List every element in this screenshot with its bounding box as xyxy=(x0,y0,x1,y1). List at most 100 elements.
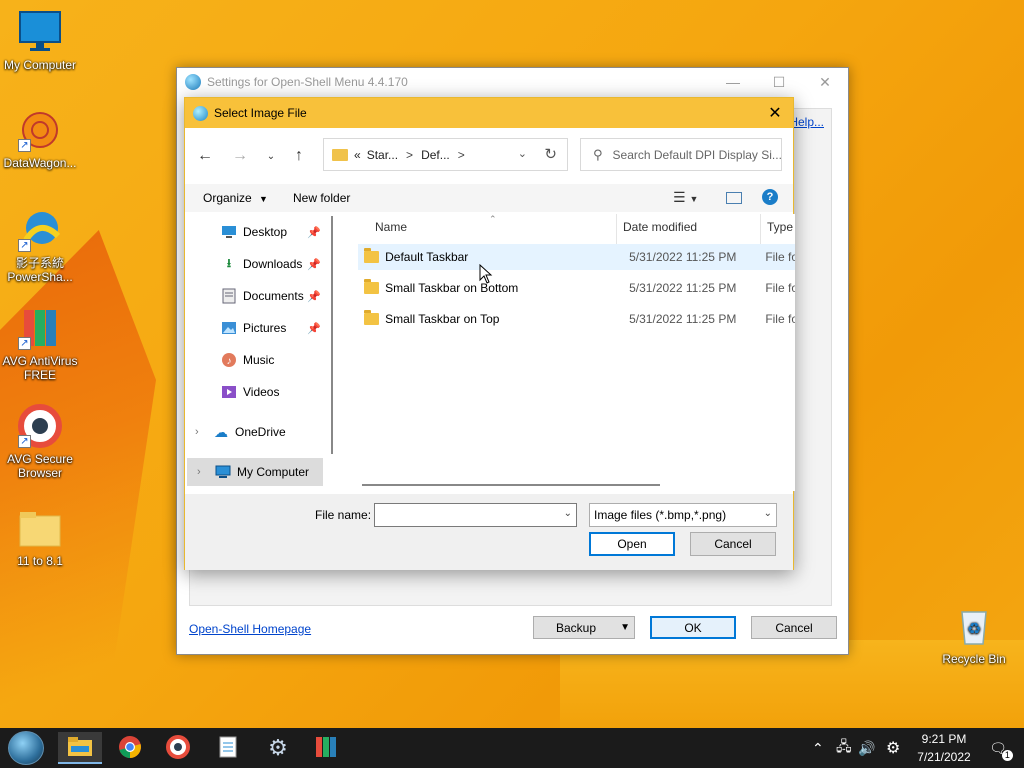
file-row[interactable]: Small Taskbar on Top 5/31/2022 11:25 PM … xyxy=(358,306,795,332)
backup-button[interactable]: Backup ▼ xyxy=(533,616,635,639)
nav-item-downloads[interactable]: ⭳ Downloads 📌 xyxy=(185,250,325,278)
shortcut-arrow-icon: ↗ xyxy=(18,239,31,252)
taskbar-chrome[interactable] xyxy=(108,732,152,764)
chevron-down-icon: ▼ xyxy=(259,194,268,204)
settings-tray-icon[interactable]: ⚙ xyxy=(886,728,900,768)
network-icon[interactable]: 🖧 xyxy=(836,728,852,768)
settings-gear-icon: ⚙ xyxy=(268,735,288,760)
avg-antivirus-icon: ↗ xyxy=(18,306,62,350)
file-date: 5/31/2022 11:25 PM xyxy=(629,281,737,295)
command-bar: Organize ▼ New folder ☰ ▼ ? xyxy=(185,184,793,212)
nav-item-videos[interactable]: Videos xyxy=(185,378,325,406)
start-button[interactable] xyxy=(8,731,44,765)
column-divider[interactable] xyxy=(760,214,761,244)
up-arrow-icon[interactable]: ↑ xyxy=(287,144,311,168)
taskbar-settings[interactable]: ⚙ xyxy=(256,732,300,764)
back-arrow-icon[interactable]: ← xyxy=(193,144,217,168)
file-row[interactable]: Small Taskbar on Bottom 5/31/2022 11:25 … xyxy=(358,275,795,301)
chevron-down-icon[interactable]: ⌄ xyxy=(518,147,527,160)
dialog-title: Select Image File xyxy=(214,106,307,120)
desktop-icon-folder[interactable]: 11 to 8.1 xyxy=(0,506,80,568)
notepad-icon xyxy=(218,735,238,762)
chevron-right-icon[interactable]: › xyxy=(197,466,215,478)
taskbar-avg-browser[interactable] xyxy=(156,732,200,764)
nav-item-label: OneDrive xyxy=(235,425,286,439)
taskbar-avg[interactable] xyxy=(304,732,348,764)
computer-icon xyxy=(215,464,231,480)
maximize-button[interactable]: ☐ xyxy=(756,68,802,96)
cancel-button[interactable]: Cancel xyxy=(690,532,776,556)
desktop-icon-label: 11 to 8.1 xyxy=(17,554,63,568)
help-icon[interactable]: ? xyxy=(762,189,778,205)
desktop-icon-recycle-bin[interactable]: ♻ Recycle Bin xyxy=(934,604,1014,666)
file-date: 5/31/2022 11:25 PM xyxy=(629,312,737,326)
open-shell-icon xyxy=(193,105,208,121)
file-type-select[interactable]: Image files (*.bmp,*.png) ⌄ xyxy=(589,503,777,527)
open-button[interactable]: Open xyxy=(589,532,675,556)
ok-button[interactable]: OK xyxy=(650,616,736,639)
homepage-link[interactable]: Open-Shell Homepage xyxy=(189,622,311,636)
desktop-icon-avg-antivirus[interactable]: ↗ AVG AntiVirus FREE xyxy=(0,306,80,382)
breadcrumb-separator[interactable]: > xyxy=(406,148,413,162)
cloud-icon: ☁ xyxy=(214,423,228,440)
minimize-button[interactable]: — xyxy=(710,68,756,96)
settings-title: Settings for Open-Shell Menu 4.4.170 xyxy=(207,75,408,89)
view-options-icon[interactable]: ☰ ▼ xyxy=(673,189,698,206)
recent-locations-chevron-icon[interactable]: ⌄ xyxy=(259,144,283,168)
file-list-scrollbar[interactable] xyxy=(362,484,660,486)
desktop-icon-my-computer[interactable]: My Computer xyxy=(0,10,80,72)
recycle-bin-icon: ♻ xyxy=(952,604,996,648)
file-type: File fo xyxy=(765,281,795,295)
backup-label: Backup xyxy=(556,620,597,635)
new-folder-button[interactable]: New folder xyxy=(293,191,350,205)
desktop-icon-datawagon[interactable]: ↗ DataWagon... xyxy=(0,108,80,170)
nav-scrollbar[interactable] xyxy=(331,216,333,454)
file-name-input[interactable]: ⌄ xyxy=(374,503,577,527)
breadcrumb-item[interactable]: Def... xyxy=(421,148,450,162)
column-divider[interactable] xyxy=(616,214,617,244)
desktop-icon-label: AVG Secure Browser xyxy=(7,452,73,480)
close-button[interactable]: ✕ xyxy=(802,68,848,96)
tray-overflow-chevron-icon[interactable]: ⌃ xyxy=(812,728,824,768)
file-type: File fo xyxy=(765,250,795,264)
forward-arrow-icon[interactable]: → xyxy=(228,144,252,168)
shortcut-arrow-icon: ↗ xyxy=(18,435,31,448)
nav-item-pictures[interactable]: Pictures 📌 xyxy=(185,314,325,342)
organize-button[interactable]: Organize ▼ xyxy=(203,191,268,205)
preview-pane-icon[interactable] xyxy=(726,192,742,204)
chevron-right-icon[interactable]: › xyxy=(195,426,213,438)
nav-item-music[interactable]: ♪ Music xyxy=(185,346,325,374)
address-bar[interactable]: « Star... > Def... > ⌄ ↻ xyxy=(323,138,568,171)
file-row[interactable]: Default Taskbar 5/31/2022 11:25 PM File … xyxy=(358,244,795,270)
notification-center-icon[interactable]: 🗨 1 xyxy=(986,728,1013,768)
volume-icon[interactable]: 🔊 xyxy=(858,728,875,768)
nav-item-desktop[interactable]: Desktop 📌 xyxy=(185,218,325,246)
help-link[interactable]: Help... xyxy=(789,115,824,129)
folder-icon xyxy=(18,506,62,550)
column-header-date[interactable]: Date modified xyxy=(623,220,697,234)
chevron-down-icon[interactable]: ⌄ xyxy=(564,508,572,519)
file-list: ⌃ Name Date modified Type Default Taskba… xyxy=(340,214,795,491)
taskbar-clock[interactable]: 9:21 PM 7/21/2022 xyxy=(908,730,980,766)
folder-icon xyxy=(364,248,380,263)
desktop-icon-avg-browser[interactable]: ↗ AVG Secure Browser xyxy=(0,404,80,480)
nav-item-onedrive[interactable]: › ☁ OneDrive xyxy=(185,418,325,446)
chevron-down-icon: ▼ xyxy=(620,622,630,633)
dialog-titlebar[interactable]: Select Image File xyxy=(185,98,793,128)
nav-item-documents[interactable]: Documents 📌 xyxy=(185,282,325,310)
desktop-icon-label: Recycle Bin xyxy=(942,652,1006,666)
breadcrumb-item[interactable]: Star... xyxy=(367,148,398,162)
dialog-close-button[interactable]: ✕ xyxy=(757,98,793,128)
refresh-icon[interactable]: ↻ xyxy=(544,145,557,163)
column-header-type[interactable]: Type xyxy=(767,220,793,234)
desktop-icon-powershadow[interactable]: ↗ 影子系統 PowerSha... xyxy=(0,208,80,284)
taskbar-notepad[interactable] xyxy=(206,732,250,764)
taskbar-file-explorer[interactable] xyxy=(58,732,102,764)
file-name: Small Taskbar on Top xyxy=(385,312,500,326)
address-overflow[interactable]: « xyxy=(354,148,361,162)
nav-item-my-computer[interactable]: › My Computer xyxy=(187,458,323,486)
settings-cancel-button[interactable]: Cancel xyxy=(751,616,837,639)
column-header-name[interactable]: Name xyxy=(375,220,407,234)
breadcrumb-separator[interactable]: > xyxy=(458,148,465,162)
search-input[interactable]: ⚲ Search Default DPI Display Si... xyxy=(580,138,782,171)
